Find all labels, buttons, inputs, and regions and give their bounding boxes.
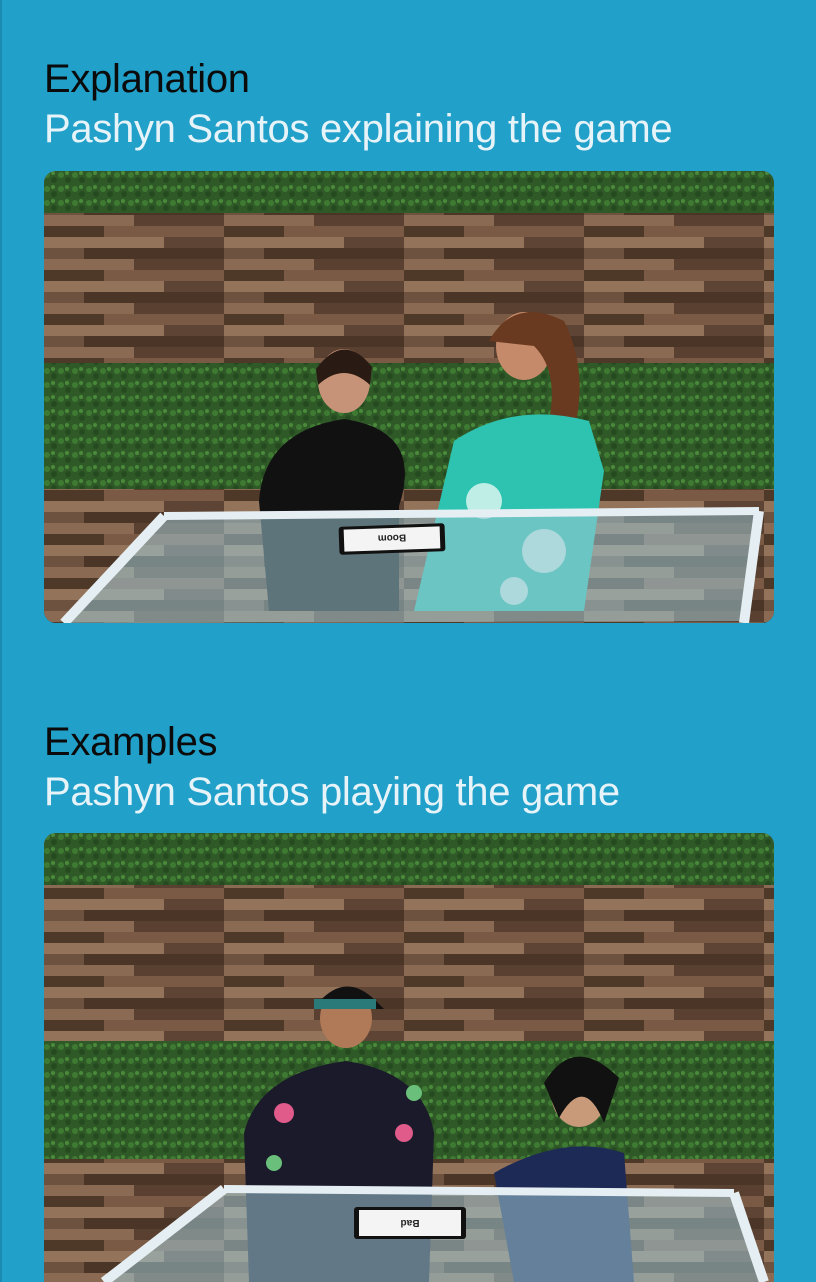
examples-video-thumbnail[interactable]: Bad — [44, 833, 774, 1282]
section-subtitle: Pashyn Santos playing the game — [44, 770, 620, 814]
video-thumbnail-image: Boom — [44, 171, 774, 623]
explanation-section: Explanation Pashyn Santos explaining the… — [44, 56, 774, 152]
examples-section: Examples Pashyn Santos playing the game — [44, 719, 774, 815]
card-label: Bad — [401, 1217, 420, 1228]
explanation-video-thumbnail[interactable]: Boom — [44, 171, 774, 623]
window-edge — [0, 0, 2, 1282]
card-label: Boom — [377, 532, 406, 544]
section-title: Explanation — [44, 57, 250, 101]
section-title: Examples — [44, 720, 218, 764]
section-subtitle: Pashyn Santos explaining the game — [44, 107, 673, 151]
video-thumbnail-image: Bad — [44, 833, 774, 1282]
